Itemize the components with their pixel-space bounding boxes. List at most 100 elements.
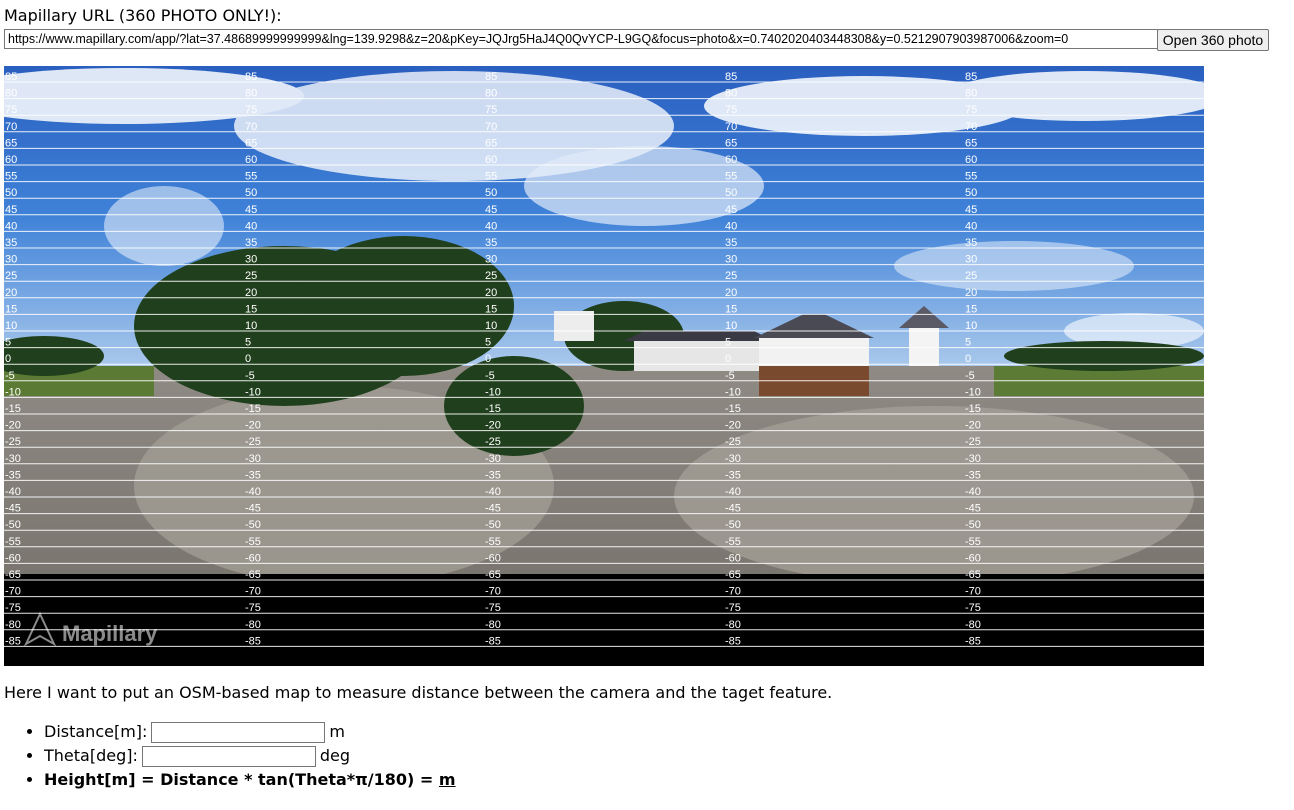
angle-label: 85 bbox=[965, 71, 977, 83]
panorama-360-photo[interactable]: Mapillary 85 85 85 85 85 80 80 80 80 80 75 75 75 75 75… bbox=[4, 66, 1204, 666]
angle-label: -15 bbox=[725, 403, 741, 415]
angle-label: -45 bbox=[485, 503, 501, 515]
theta-input[interactable] bbox=[141, 746, 316, 767]
angle-label: -25 bbox=[245, 436, 261, 448]
angle-label: -30 bbox=[5, 453, 21, 465]
angle-label: 45 bbox=[245, 204, 257, 216]
angle-label: -85 bbox=[965, 635, 981, 647]
mapillary-url-input[interactable] bbox=[4, 29, 1158, 49]
angle-label: -5 bbox=[965, 370, 975, 382]
angle-label: -80 bbox=[245, 619, 261, 631]
angle-label: -30 bbox=[485, 453, 501, 465]
open-360-photo-button[interactable]: Open 360 photo bbox=[1157, 29, 1269, 51]
angle-label: -65 bbox=[485, 569, 501, 581]
angle-label: -60 bbox=[485, 552, 501, 564]
angle-label: 70 bbox=[485, 121, 497, 133]
angle-label: -45 bbox=[245, 503, 261, 515]
angle-label: 5 bbox=[245, 337, 251, 349]
theta-unit: deg bbox=[319, 746, 351, 765]
angle-label: -20 bbox=[485, 420, 501, 432]
angle-label: 25 bbox=[485, 270, 497, 282]
angle-label: -35 bbox=[245, 469, 261, 481]
angle-label: -40 bbox=[245, 486, 261, 498]
angle-label: -65 bbox=[245, 569, 261, 581]
angle-label: 25 bbox=[725, 270, 737, 282]
angle-label: -60 bbox=[965, 552, 981, 564]
angle-label: 80 bbox=[245, 88, 257, 100]
angle-label: 60 bbox=[965, 154, 977, 166]
angle-label: 50 bbox=[245, 187, 257, 199]
angle-label: 75 bbox=[5, 104, 17, 116]
angle-label: 60 bbox=[485, 154, 497, 166]
angle-label: 45 bbox=[485, 204, 497, 216]
angle-label: 45 bbox=[5, 204, 17, 216]
angle-label: -10 bbox=[725, 386, 741, 398]
angle-label: -35 bbox=[965, 469, 981, 481]
angle-label: 40 bbox=[965, 220, 977, 232]
angle-label: -20 bbox=[965, 420, 981, 432]
angle-label: 75 bbox=[725, 104, 737, 116]
angle-label: 40 bbox=[245, 220, 257, 232]
angle-label: 0 bbox=[965, 353, 971, 365]
angle-label: -25 bbox=[965, 436, 981, 448]
angle-label: 20 bbox=[725, 287, 737, 299]
angle-label: 35 bbox=[5, 237, 17, 249]
angle-label: 85 bbox=[485, 71, 497, 83]
angle-label: 80 bbox=[725, 88, 737, 100]
angle-label: 65 bbox=[965, 137, 977, 149]
angle-label: -20 bbox=[725, 420, 741, 432]
angle-label: 20 bbox=[245, 287, 257, 299]
angle-label: -10 bbox=[245, 386, 261, 398]
angle-label: 25 bbox=[5, 270, 17, 282]
angle-label: 25 bbox=[245, 270, 257, 282]
measurement-fields: Distance[m]: m Theta[deg]: deg Height[m] =… bbox=[24, 720, 456, 792]
angle-label: 15 bbox=[965, 303, 977, 315]
angle-label: 10 bbox=[965, 320, 977, 332]
angle-label: 10 bbox=[245, 320, 257, 332]
angle-label: -35 bbox=[485, 469, 501, 481]
angle-label: -75 bbox=[725, 602, 741, 614]
angle-label: 0 bbox=[725, 353, 731, 365]
angle-label: -55 bbox=[485, 536, 501, 548]
height-formula: Height[m] = Distance * tan(Theta*π/180) … bbox=[44, 768, 456, 792]
angle-label: -80 bbox=[485, 619, 501, 631]
angle-label: 55 bbox=[965, 171, 977, 183]
angle-label: 85 bbox=[5, 71, 17, 83]
angle-label: 35 bbox=[245, 237, 257, 249]
angle-label: -15 bbox=[965, 403, 981, 415]
angle-label: -35 bbox=[725, 469, 741, 481]
angle-label: 65 bbox=[5, 137, 17, 149]
angle-label: -40 bbox=[5, 486, 21, 498]
bottom-black bbox=[4, 574, 1204, 666]
angle-label: -80 bbox=[965, 619, 981, 631]
angle-label: -55 bbox=[5, 536, 21, 548]
angle-label: 0 bbox=[245, 353, 251, 365]
angle-label: -85 bbox=[5, 635, 21, 647]
angle-label: 35 bbox=[725, 237, 737, 249]
angle-label: -45 bbox=[725, 503, 741, 515]
angle-label: -85 bbox=[485, 635, 501, 647]
angle-label: 20 bbox=[5, 287, 17, 299]
angle-label: -75 bbox=[965, 602, 981, 614]
height-result: m bbox=[438, 770, 456, 789]
distance-input[interactable] bbox=[151, 722, 326, 743]
angle-label: 30 bbox=[245, 254, 257, 266]
angle-label: -70 bbox=[725, 586, 741, 598]
angle-label: 35 bbox=[965, 237, 977, 249]
angle-label: 30 bbox=[485, 254, 497, 266]
angle-label: 70 bbox=[725, 121, 737, 133]
angle-label: -70 bbox=[485, 586, 501, 598]
url-label: Mapillary URL (360 PHOTO ONLY!): bbox=[4, 6, 282, 25]
angle-label: -10 bbox=[965, 386, 981, 398]
angle-label: 50 bbox=[5, 187, 17, 199]
angle-label: -25 bbox=[725, 436, 741, 448]
angle-label: 80 bbox=[5, 88, 17, 100]
angle-label: -30 bbox=[965, 453, 981, 465]
angle-label: -65 bbox=[725, 569, 741, 581]
angle-label: -25 bbox=[485, 436, 501, 448]
angle-label: 40 bbox=[725, 220, 737, 232]
angle-label: -75 bbox=[5, 602, 21, 614]
angle-label: 55 bbox=[5, 171, 17, 183]
angle-label: 30 bbox=[965, 254, 977, 266]
angle-label: 60 bbox=[725, 154, 737, 166]
